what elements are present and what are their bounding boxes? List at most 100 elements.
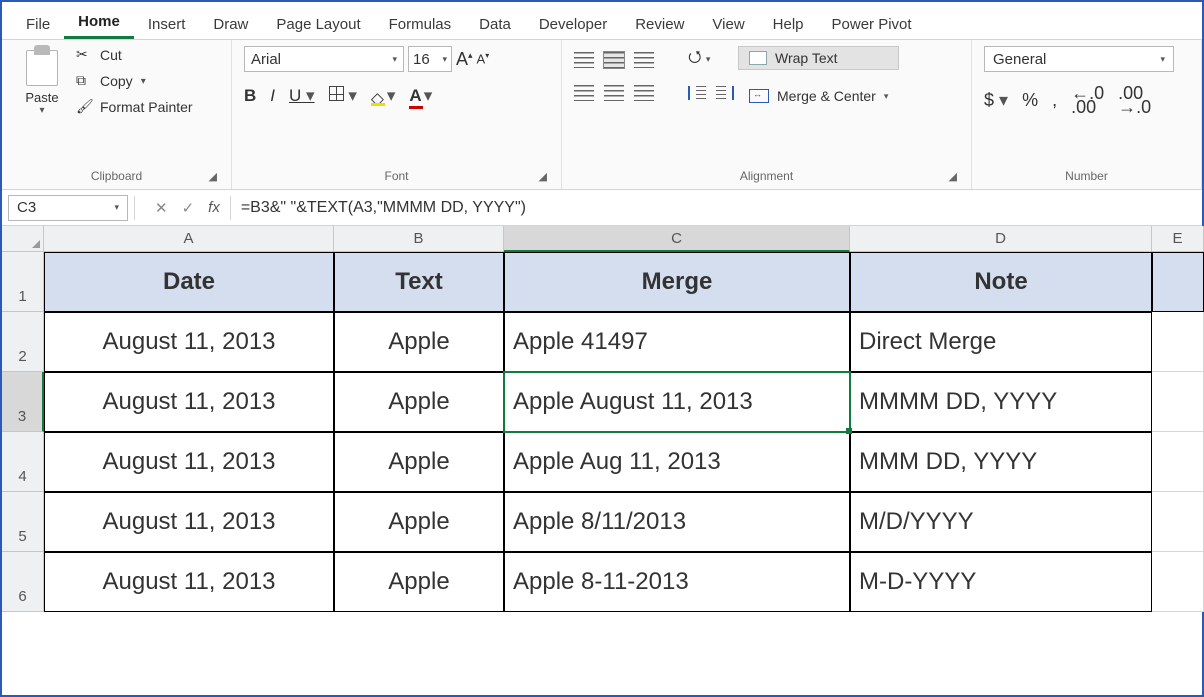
cell-d5[interactable]: M/D/YYYY <box>850 492 1152 552</box>
tab-view[interactable]: View <box>698 8 758 39</box>
cell-e4[interactable] <box>1152 432 1204 492</box>
cell-d3[interactable]: MMMM DD, YYYY <box>850 372 1152 432</box>
cell-e6[interactable] <box>1152 552 1204 612</box>
cell-d1[interactable]: Note <box>850 252 1152 312</box>
row-header-2[interactable]: 2 <box>2 312 44 372</box>
tab-page-layout[interactable]: Page Layout <box>262 8 374 39</box>
wrap-text-button[interactable]: Wrap Text <box>738 46 899 70</box>
merge-center-button[interactable]: Merge & Center ▾ <box>738 84 899 108</box>
tab-help[interactable]: Help <box>759 8 818 39</box>
row-header-3[interactable]: 3 <box>2 372 44 432</box>
cell-a6[interactable]: August 11, 2013 <box>44 552 334 612</box>
col-header-a[interactable]: A <box>44 226 334 252</box>
tab-file[interactable]: File <box>12 8 64 39</box>
comma-style-button[interactable]: , <box>1052 90 1057 111</box>
tab-developer[interactable]: Developer <box>525 8 621 39</box>
cell-c4[interactable]: Apple Aug 11, 2013 <box>504 432 850 492</box>
cell-e3[interactable] <box>1152 372 1204 432</box>
cell-b2[interactable]: Apple <box>334 312 504 372</box>
row-header-5[interactable]: 5 <box>2 492 44 552</box>
tab-home[interactable]: Home <box>64 5 134 39</box>
align-left-button[interactable] <box>574 85 594 101</box>
increase-decimal-button[interactable]: ←.0.00 <box>1071 86 1104 115</box>
align-right-button[interactable] <box>634 85 654 101</box>
cut-button[interactable]: Cut <box>76 46 193 64</box>
font-color-icon: A <box>409 86 421 106</box>
cell-a1[interactable]: Date <box>44 252 334 312</box>
cell-b3[interactable]: Apple <box>334 372 504 432</box>
tab-review[interactable]: Review <box>621 8 698 39</box>
number-format-select[interactable]: General ▾ <box>984 46 1174 72</box>
paste-button[interactable]: Paste ▾ <box>14 46 70 116</box>
col-header-c[interactable]: C <box>504 226 850 252</box>
copy-button[interactable]: Copy ▾ <box>76 72 193 90</box>
format-painter-button[interactable]: Format Painter <box>76 98 193 116</box>
divider <box>134 196 135 220</box>
decrease-decimal-button[interactable]: .00→.0 <box>1118 86 1151 115</box>
tab-formulas[interactable]: Formulas <box>375 8 466 39</box>
font-color-button[interactable]: A▾ <box>409 86 432 106</box>
cell-b5[interactable]: Apple <box>334 492 504 552</box>
number-format-value: General <box>993 51 1046 68</box>
cell-b4[interactable]: Apple <box>334 432 504 492</box>
font-name-select[interactable]: Arial ▾ <box>244 46 404 72</box>
cell-a4[interactable]: August 11, 2013 <box>44 432 334 492</box>
borders-button[interactable]: ▾ <box>329 86 357 106</box>
cell-d6[interactable]: M-D-YYYY <box>850 552 1152 612</box>
currency-button[interactable]: $ ▾ <box>984 90 1008 111</box>
cancel-formula-button[interactable]: ✕ <box>155 199 168 217</box>
cell-d4[interactable]: MMM DD, YYYY <box>850 432 1152 492</box>
copy-label: Copy <box>100 73 133 89</box>
enter-formula-button[interactable]: ✓ <box>182 199 195 217</box>
orientation-button[interactable]: ⭯ ▾ <box>688 46 710 73</box>
cell-c2[interactable]: Apple 41497 <box>504 312 850 372</box>
row-header-1[interactable]: 1 <box>2 252 44 312</box>
select-all-corner[interactable] <box>2 226 44 252</box>
fx-icon[interactable]: fx <box>208 199 220 216</box>
cell-c6[interactable]: Apple 8-11-2013 <box>504 552 850 612</box>
name-box[interactable]: C3 ▾ <box>8 195 128 221</box>
italic-button[interactable]: I <box>270 86 275 106</box>
cell-a5[interactable]: August 11, 2013 <box>44 492 334 552</box>
cell-c5[interactable]: Apple 8/11/2013 <box>504 492 850 552</box>
underline-button[interactable]: U ▾ <box>289 86 315 106</box>
cell-c1[interactable]: Merge <box>504 252 850 312</box>
group-label-clipboard: Clipboard ◢ <box>14 167 219 187</box>
row-header-4[interactable]: 4 <box>2 432 44 492</box>
formula-input[interactable]: =B3&" "&TEXT(A3,"MMMM DD, YYYY") <box>241 199 1202 217</box>
brush-icon <box>76 98 94 116</box>
group-label-number: Number <box>984 167 1189 187</box>
cell-e5[interactable] <box>1152 492 1204 552</box>
tab-insert[interactable]: Insert <box>134 8 200 39</box>
cell-d2[interactable]: Direct Merge <box>850 312 1152 372</box>
font-size-select[interactable]: 16 ▾ <box>408 46 452 72</box>
cell-c3[interactable]: Apple August 11, 2013 <box>504 372 850 432</box>
col-header-d[interactable]: D <box>850 226 1152 252</box>
align-bottom-button[interactable] <box>634 52 654 68</box>
cell-a3[interactable]: August 11, 2013 <box>44 372 334 432</box>
percent-button[interactable]: % <box>1022 90 1038 111</box>
align-center-button[interactable] <box>604 85 624 101</box>
cell-e1[interactable] <box>1152 252 1204 312</box>
dialog-launcher-icon[interactable]: ◢ <box>209 170 217 183</box>
cell-b1[interactable]: Text <box>334 252 504 312</box>
cell-e2[interactable] <box>1152 312 1204 372</box>
col-header-b[interactable]: B <box>334 226 504 252</box>
dialog-launcher-icon[interactable]: ◢ <box>539 170 547 183</box>
increase-font-button[interactable]: A▴ <box>456 49 473 70</box>
decrease-indent-button[interactable] <box>688 86 706 100</box>
tab-power-pivot[interactable]: Power Pivot <box>818 8 926 39</box>
fill-color-button[interactable]: ◇▾ <box>371 86 396 106</box>
increase-indent-button[interactable] <box>716 86 734 100</box>
bold-button[interactable]: B <box>244 86 256 106</box>
dialog-launcher-icon[interactable]: ◢ <box>949 170 957 183</box>
tab-data[interactable]: Data <box>465 8 525 39</box>
row-header-6[interactable]: 6 <box>2 552 44 612</box>
decrease-font-button[interactable]: A▾ <box>477 51 490 66</box>
align-top-button[interactable] <box>574 52 594 68</box>
tab-draw[interactable]: Draw <box>199 8 262 39</box>
cell-a2[interactable]: August 11, 2013 <box>44 312 334 372</box>
col-header-e[interactable]: E <box>1152 226 1204 252</box>
cell-b6[interactable]: Apple <box>334 552 504 612</box>
align-middle-button[interactable] <box>604 52 624 68</box>
